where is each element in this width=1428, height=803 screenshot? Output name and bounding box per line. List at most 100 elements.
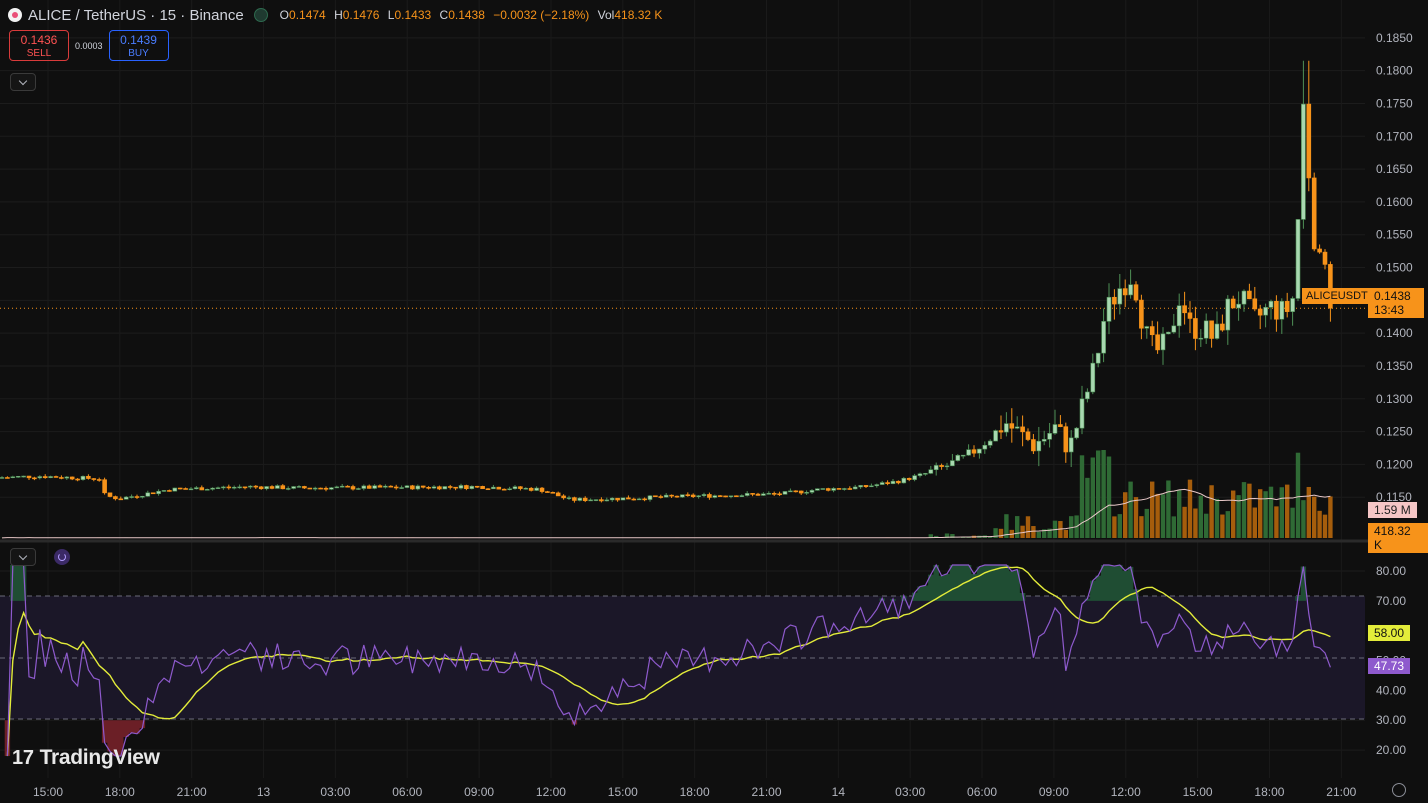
rsi-tick-label: 20.00: [1376, 743, 1406, 757]
candle-body: [1311, 177, 1317, 250]
candle-body: [782, 491, 788, 495]
volume-key: Vol: [597, 8, 615, 22]
market-status-icon[interactable]: [253, 8, 268, 22]
settings-gear-icon[interactable]: [1392, 783, 1406, 797]
candle-body: [831, 488, 836, 491]
volume-bar: [1133, 497, 1139, 538]
candle-body: [372, 485, 377, 489]
candle-body: [383, 485, 388, 488]
candle-body: [1322, 251, 1328, 265]
candle-body: [615, 497, 620, 501]
candle-body: [496, 486, 502, 490]
candle-body: [1225, 298, 1231, 331]
candle-body: [1090, 362, 1096, 393]
candle-body: [842, 488, 847, 490]
candle-body: [113, 496, 118, 500]
candle-body: [377, 485, 383, 488]
time-tick-label: 06:00: [392, 785, 422, 799]
candle-body: [80, 475, 86, 480]
sell-price: 0.1436: [20, 33, 58, 47]
candle-body: [1284, 301, 1290, 312]
high-value: 0.1476: [342, 8, 380, 22]
candle-body: [1290, 298, 1295, 312]
rsi-band: [0, 596, 1365, 719]
candle-body: [788, 490, 793, 493]
refresh-indicator-icon[interactable]: [54, 549, 70, 565]
candle-body: [69, 476, 75, 480]
candle-body: [1193, 318, 1198, 339]
candle-body: [1079, 398, 1085, 429]
price-tick-label: 0.1750: [1376, 96, 1413, 110]
buy-label: BUY: [128, 48, 149, 59]
candle-body: [231, 486, 237, 489]
candle-body: [1166, 331, 1171, 335]
tradingview-watermark[interactable]: 17 TradingView: [12, 746, 160, 770]
time-tick-label: 18:00: [105, 785, 135, 799]
candle-body: [1155, 334, 1160, 351]
chart-canvas[interactable]: 0.1850 0.1800 0.1750 0.1700 0.1650 0.1600 0.15…: [0, 0, 1428, 803]
collapse-rsi-legend-button[interactable]: [10, 548, 36, 566]
candle-body: [21, 475, 26, 478]
price-tick-label: 0.1700: [1376, 129, 1413, 143]
candle-body: [1220, 323, 1225, 331]
candle-body: [1182, 305, 1187, 314]
high-key: H: [334, 8, 343, 22]
volume-bar: [1031, 526, 1036, 538]
volume-bar: [1306, 486, 1311, 538]
buy-button[interactable]: 0.1439 BUY: [108, 30, 169, 61]
close-key: C: [439, 8, 449, 22]
candle-body: [545, 491, 550, 493]
candle-body: [129, 496, 134, 498]
candle-body: [1036, 440, 1042, 452]
candle-body: [631, 498, 637, 501]
price-tick-label: 0.1250: [1376, 425, 1413, 439]
price-tick-label: 0.1200: [1376, 457, 1413, 471]
rsi-tick-label: 30.00: [1376, 713, 1406, 727]
candle-body: [1128, 284, 1133, 296]
symbol-price-tag: ALICEUSDT: [1302, 288, 1372, 304]
change-value: −0.0032 (−2.18%): [493, 8, 590, 22]
candle-body: [1106, 296, 1112, 322]
rsi-value-label: 47.73: [1368, 658, 1411, 674]
volume-value: 418.32 K: [614, 8, 663, 22]
volume-bar: [1171, 516, 1176, 538]
candle-body: [642, 498, 647, 501]
candle-body: [177, 487, 183, 490]
volume-bar: [1198, 495, 1203, 538]
volume-bar: [1112, 516, 1117, 538]
candle-body: [1133, 284, 1139, 301]
candle-body: [717, 495, 723, 497]
candle-body: [680, 494, 685, 498]
candle-body: [86, 475, 91, 479]
candle-body: [739, 495, 745, 497]
volume-bar: [1247, 483, 1252, 538]
candle-body: [906, 477, 912, 480]
candle-body: [491, 486, 496, 490]
candle-body: [1122, 288, 1128, 296]
volume-bar: [1182, 506, 1187, 538]
time-tick-label: 15:00: [608, 785, 638, 799]
candle-body: [755, 493, 761, 496]
time-axis[interactable]: 15:00 18:00 21:00 13 03:00 06:00 09:00 12:00 15:…: [33, 785, 1357, 799]
candle-body: [771, 493, 777, 495]
ohlc-values: O0.1474 H0.1476 L0.1433 C0.1438 −0.0032 …: [280, 8, 668, 22]
candle-body: [1247, 290, 1252, 300]
price-axis[interactable]: 0.1850 0.1800 0.1750 0.1700 0.1650 0.1600 0.15…: [1376, 31, 1413, 504]
candle-body: [64, 476, 70, 479]
sell-button[interactable]: 0.1436 SELL: [9, 30, 69, 61]
rsi-tick-label: 40.00: [1376, 683, 1406, 697]
volume-bar: [1285, 484, 1290, 538]
last-price-box: 0.1438 13:43: [1368, 288, 1424, 318]
candle-body: [307, 487, 313, 490]
candle-body: [674, 495, 680, 498]
symbol-title[interactable]: ALICE / TetherUS · 15 · Binance: [28, 7, 244, 24]
candle-body: [944, 465, 950, 468]
candle-body: [156, 490, 161, 495]
candle-body: [248, 485, 253, 488]
collapse-legend-button[interactable]: [10, 73, 36, 91]
volume-bar: [1290, 507, 1295, 538]
time-tick-label: 21:00: [177, 785, 207, 799]
candle-body: [183, 488, 188, 490]
candle-body: [901, 477, 907, 484]
candle-body: [37, 476, 43, 479]
